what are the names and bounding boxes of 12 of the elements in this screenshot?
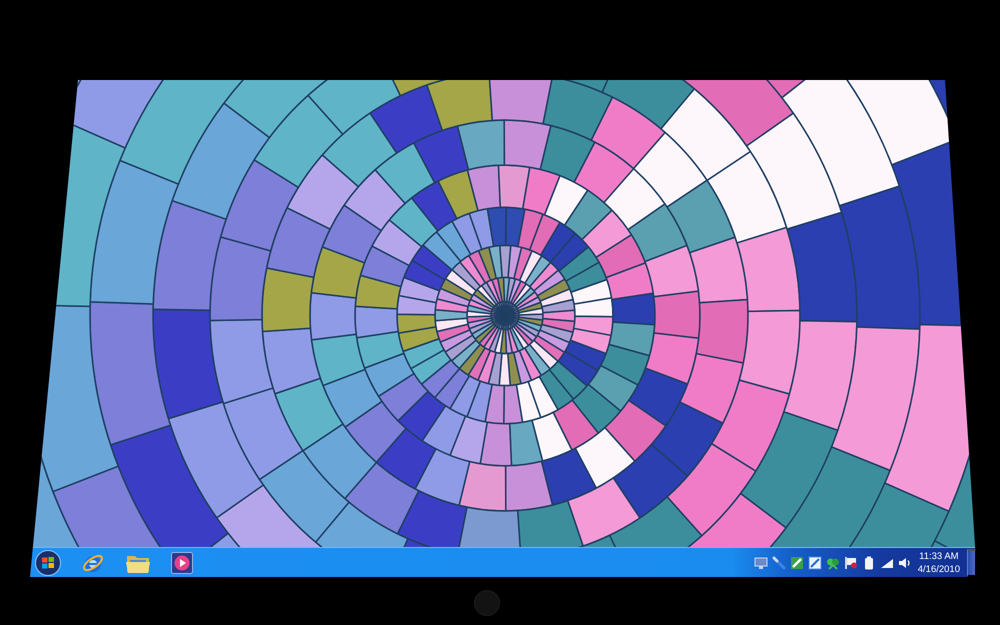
play-icon[interactable] [171,552,193,574]
clock-time: 11:33 AM [919,550,959,562]
diagonal-tile-icon[interactable] [808,556,822,570]
pen-icon[interactable] [772,556,786,570]
speaker-icon[interactable] [898,556,912,570]
logo-icon [474,590,500,616]
show-desktop-button[interactable] [967,548,977,576]
monitor-icon[interactable] [754,556,768,570]
striped-tile-icon[interactable] [790,556,804,570]
clock-date: 4/16/2010 [918,562,960,576]
start-orb-icon[interactable] [35,550,61,576]
flag-icon[interactable] [844,556,858,570]
